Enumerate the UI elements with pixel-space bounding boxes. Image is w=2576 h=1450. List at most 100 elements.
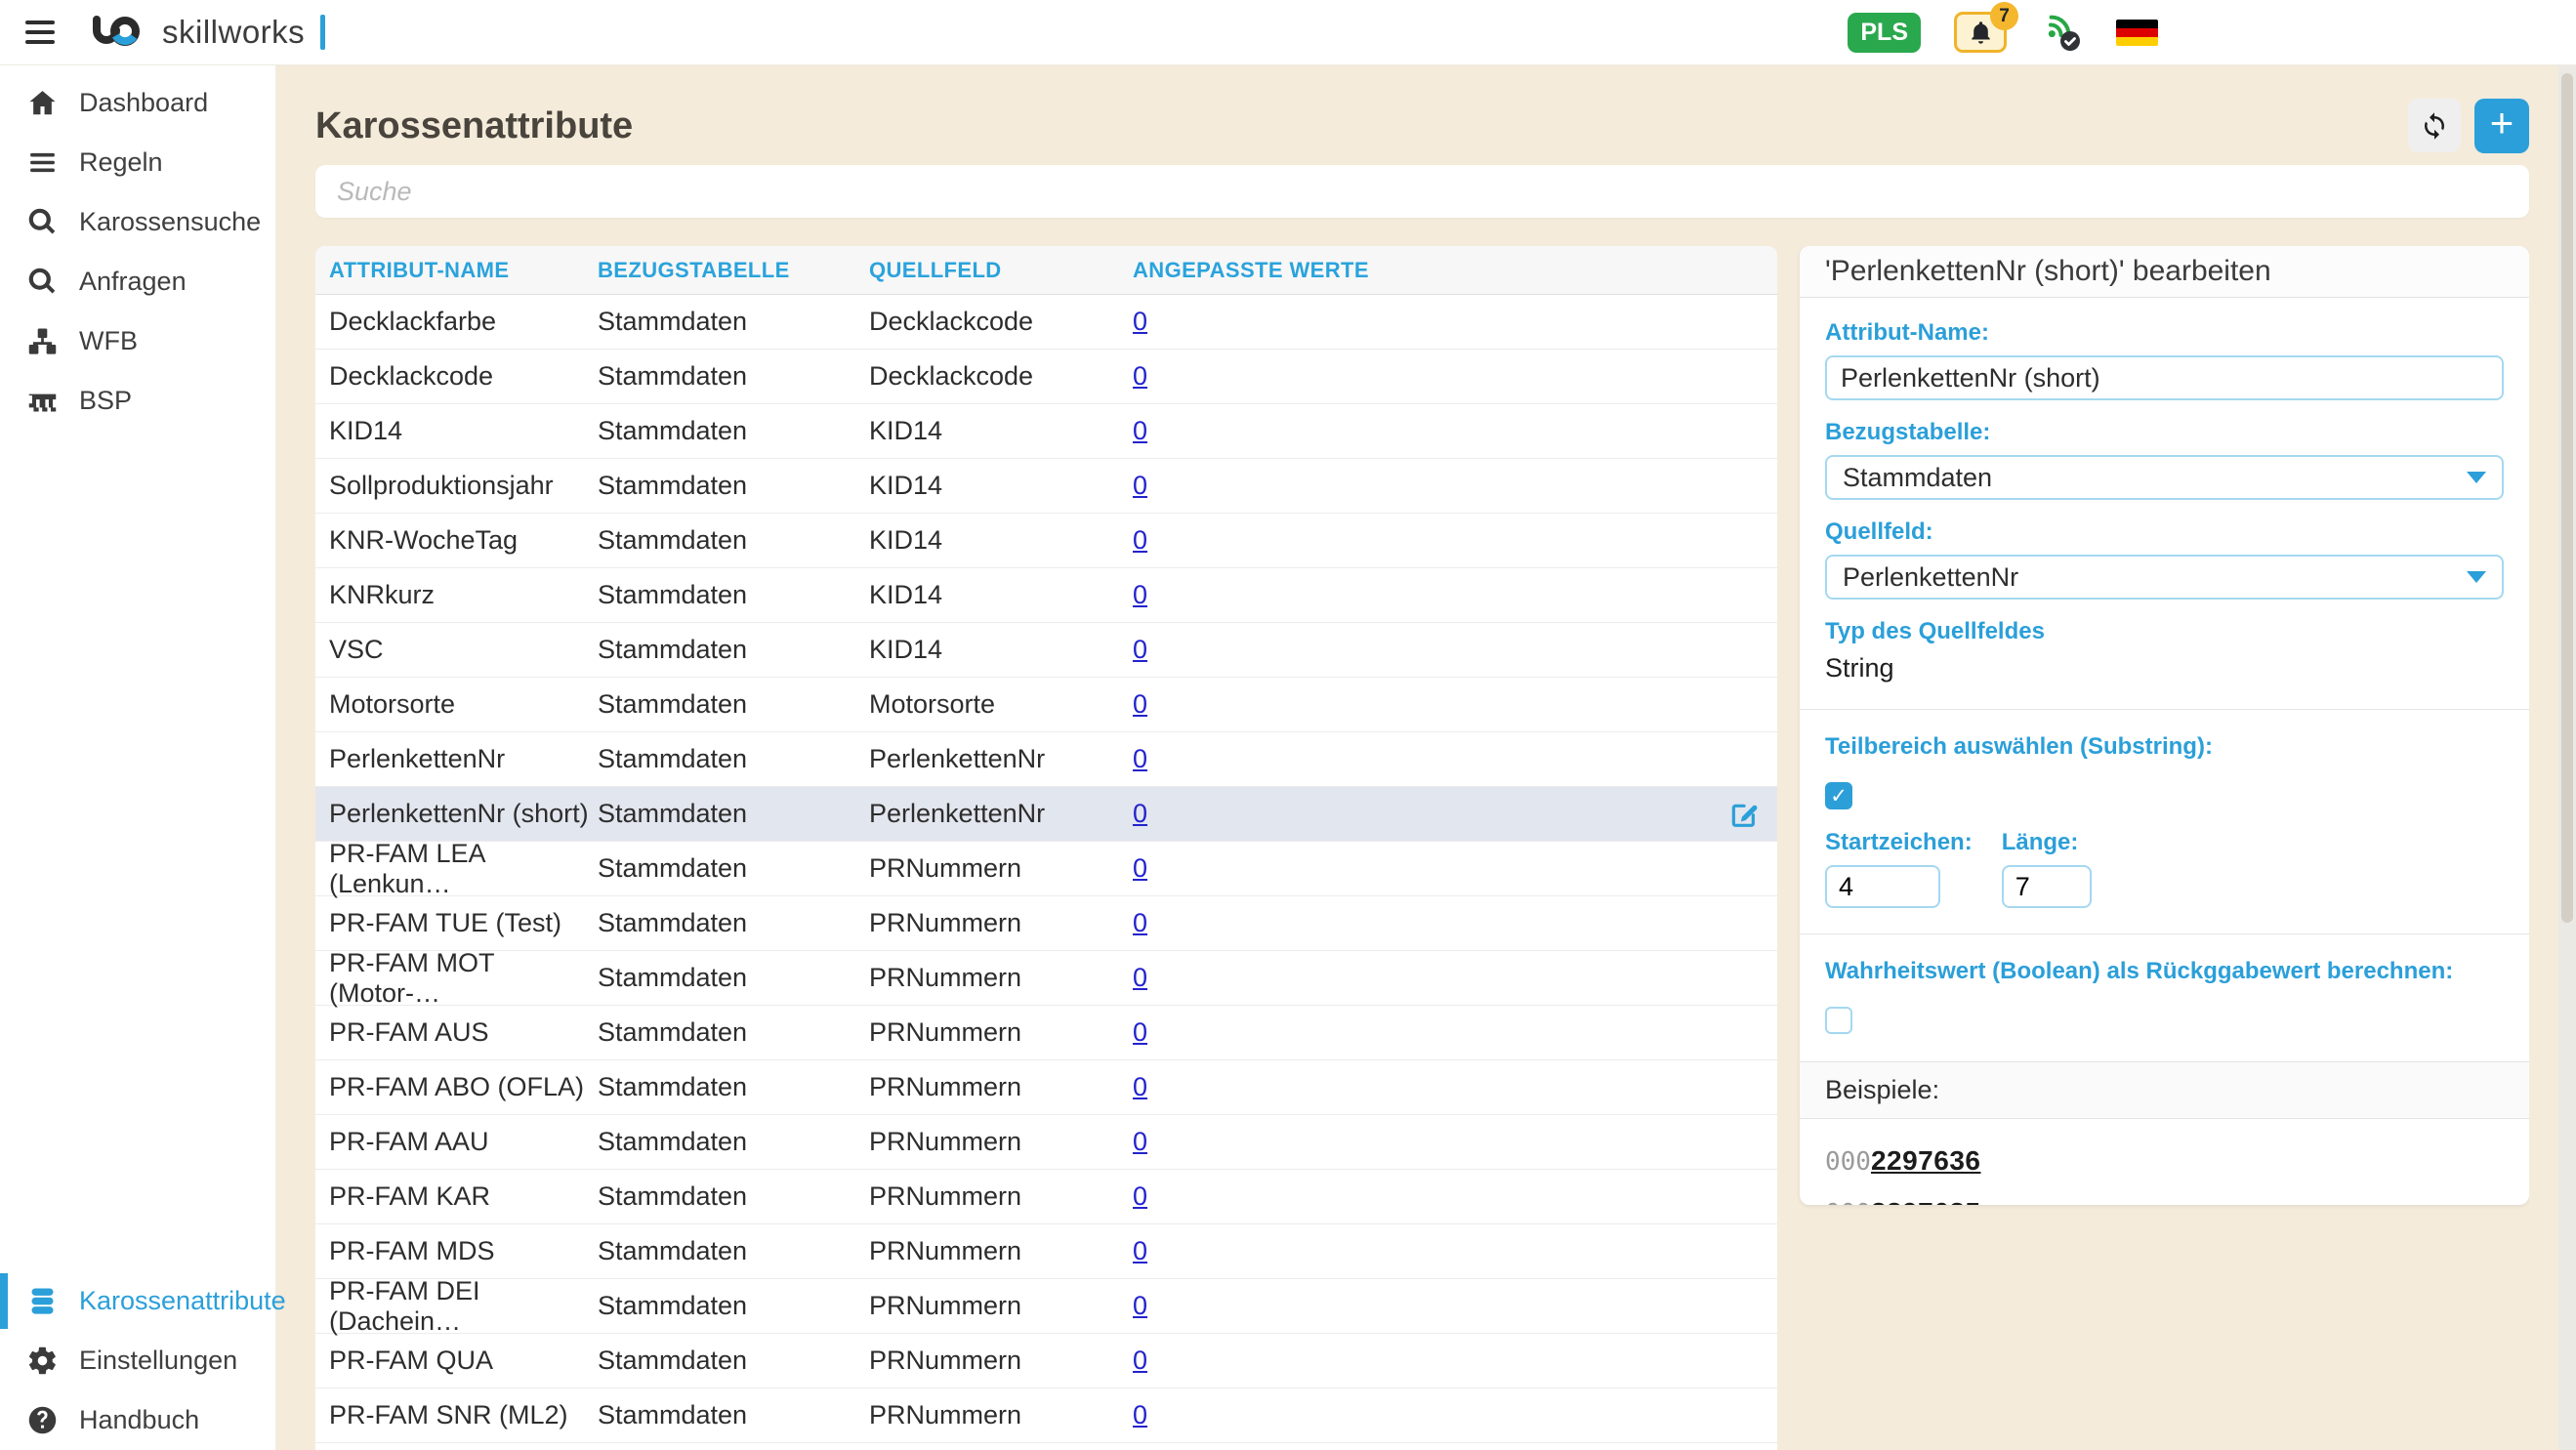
table-cell: Stammdaten xyxy=(598,1072,869,1102)
attribut-name-field[interactable] xyxy=(1825,355,2504,400)
angepasste-werte-link[interactable]: 0 xyxy=(1133,1346,1147,1375)
angepasste-werte-link[interactable]: 0 xyxy=(1133,853,1147,883)
angepasste-werte-link[interactable]: 0 xyxy=(1133,525,1147,555)
table-cell: Stammdaten xyxy=(598,471,869,501)
add-attribute-button[interactable]: + xyxy=(2474,99,2529,153)
page-scrollbar[interactable] xyxy=(2558,65,2576,1450)
angepasste-werte-link[interactable]: 0 xyxy=(1133,1400,1147,1429)
table-cell: KID14 xyxy=(315,416,598,446)
boolean-checkbox[interactable] xyxy=(1825,1007,1852,1034)
angepasste-werte-link[interactable]: 0 xyxy=(1133,1291,1147,1320)
laenge-label: Länge: xyxy=(2002,829,2092,856)
scrollbar-thumb[interactable] xyxy=(2561,73,2573,923)
table-row[interactable]: PR-FAM KARStammdatenPRNummern0 xyxy=(315,1170,1777,1224)
table-row[interactable]: KNR-WocheTagStammdatenKID140 xyxy=(315,514,1777,568)
table-row[interactable]: PerlenkettenNr (short)StammdatenPerlenke… xyxy=(315,787,1777,842)
table-cell: PRNummern xyxy=(869,1291,1133,1321)
angepasste-werte-link[interactable]: 0 xyxy=(1133,1017,1147,1047)
sidebar-item-dashboard[interactable]: Dashboard xyxy=(0,73,275,133)
example-value: 0002297636 xyxy=(1825,1145,2504,1177)
table-row[interactable]: DecklackcodeStammdatenDecklackcode0 xyxy=(315,350,1777,404)
table-cell: KNR-WocheTag xyxy=(315,525,598,556)
sidebar-item-label: BSP xyxy=(79,386,132,416)
connection-status-icon[interactable] xyxy=(2040,11,2083,54)
example-substring-link[interactable]: 2297636 xyxy=(1871,1145,1981,1176)
sidebar-item-handbuch[interactable]: Handbuch xyxy=(0,1390,275,1450)
table-row[interactable]: PR-FAM MDSStammdatenPRNummern0 xyxy=(315,1224,1777,1279)
table-row[interactable]: PR-FAM LEA (Lenkun…StammdatenPRNummern0 xyxy=(315,842,1777,896)
angepasste-werte-link[interactable]: 0 xyxy=(1133,1181,1147,1211)
angepasste-werte-link[interactable]: 0 xyxy=(1133,416,1147,445)
quellfeld-selected-value: PerlenkettenNr xyxy=(1843,562,2018,593)
angepasste-werte-link[interactable]: 0 xyxy=(1133,689,1147,719)
table-row[interactable]: DecklackfarbeStammdatenDecklackcode0 xyxy=(315,295,1777,350)
main-content: Karossenattribute + ATTRIBUT-NAME BEZUGS… xyxy=(276,65,2576,1450)
sidebar-item-einstellungen[interactable]: Einstellungen xyxy=(0,1331,275,1390)
substring-checkbox[interactable]: ✓ xyxy=(1825,782,1852,809)
search-input[interactable] xyxy=(315,165,2529,218)
angepasste-werte-link[interactable]: 0 xyxy=(1133,1236,1147,1265)
sidebar-item-bsp[interactable]: BSP xyxy=(0,371,275,431)
table-cell: Stammdaten xyxy=(598,307,869,337)
hamburger-menu-icon[interactable] xyxy=(25,15,59,50)
table-row[interactable]: PerlenkettenNrStammdatenPerlenkettenNr0 xyxy=(315,732,1777,787)
help-icon xyxy=(26,1404,59,1436)
table-row[interactable]: PR-FAM QUAStammdatenPRNummern0 xyxy=(315,1334,1777,1388)
table-cell: PRNummern xyxy=(869,1236,1133,1266)
table-row[interactable]: PR-FAM DEI (Dachein…StammdatenPRNummern0 xyxy=(315,1279,1777,1334)
table-row[interactable]: VSCStammdatenKID140 xyxy=(315,623,1777,678)
quellfeld-typ-label: Typ des Quellfeldes xyxy=(1825,618,2504,645)
sidebar-item-wfb[interactable]: WFB xyxy=(0,311,275,371)
column-header-attribut-name: ATTRIBUT-NAME xyxy=(315,258,598,283)
table-row[interactable]: KNRkurzStammdatenKID140 xyxy=(315,568,1777,623)
sidebar-item-anfragen[interactable]: Anfragen xyxy=(0,252,275,311)
angepasste-werte-link[interactable]: 0 xyxy=(1133,361,1147,391)
angepasste-werte-link[interactable]: 0 xyxy=(1133,963,1147,992)
table-row[interactable]: PR-FAM AUSStammdatenPRNummern0 xyxy=(315,1006,1777,1060)
gear-icon xyxy=(26,1345,59,1377)
table-row[interactable]: PR-FAM TUE (Test)StammdatenPRNummern0 xyxy=(315,896,1777,951)
angepasste-werte-link[interactable]: 0 xyxy=(1133,1127,1147,1156)
angepasste-werte-link[interactable]: 0 xyxy=(1133,580,1147,609)
table-cell: PRNummern xyxy=(869,1072,1133,1102)
language-flag-german[interactable] xyxy=(2116,20,2158,46)
table-header-row: ATTRIBUT-NAME BEZUGSTABELLE QUELLFELD AN… xyxy=(315,246,1777,295)
sidebar-item-label: Karossensuche xyxy=(79,207,261,237)
refresh-button[interactable] xyxy=(2408,99,2461,152)
table-cell: PR-FAM LEA (Lenkun… xyxy=(315,839,598,899)
example-substring-link[interactable]: 2297635 xyxy=(1871,1197,1981,1205)
quellfeld-label: Quellfeld: xyxy=(1825,518,2504,546)
sidebar-item-regeln[interactable]: Regeln xyxy=(0,133,275,192)
pls-badge[interactable]: PLS xyxy=(1848,13,1921,53)
table-cell: Stammdaten xyxy=(598,525,869,556)
angepasste-werte-link[interactable]: 0 xyxy=(1133,908,1147,937)
edit-icon[interactable] xyxy=(1728,799,1760,830)
table-cell: PRNummern xyxy=(869,963,1133,993)
angepasste-werte-link[interactable]: 0 xyxy=(1133,307,1147,336)
angepasste-werte-link[interactable]: 0 xyxy=(1133,1072,1147,1101)
table-row[interactable]: KID14StammdatenKID140 xyxy=(315,404,1777,459)
startzeichen-field[interactable] xyxy=(1825,865,1940,908)
angepasste-werte-link[interactable]: 0 xyxy=(1133,799,1147,828)
quellfeld-select[interactable]: PerlenkettenNr xyxy=(1825,555,2504,600)
table-cell: KID14 xyxy=(869,416,1133,446)
angepasste-werte-link[interactable]: 0 xyxy=(1133,471,1147,500)
table-cell: Stammdaten xyxy=(598,689,869,720)
bezugstabelle-select[interactable]: Stammdaten xyxy=(1825,455,2504,500)
table-row[interactable]: PR-FAM MOT (Motor-…StammdatenPRNummern0 xyxy=(315,951,1777,1006)
table-row[interactable]: MotorsorteStammdatenMotorsorte0 xyxy=(315,678,1777,732)
table-row[interactable]: SollproduktionsjahrStammdatenKID140 xyxy=(315,459,1777,514)
sidebar-item-karossensuche[interactable]: Karossensuche xyxy=(0,192,275,252)
table-cell: KID14 xyxy=(869,471,1133,501)
sidebar-item-karossenattribute[interactable]: Karossenattribute xyxy=(0,1271,275,1331)
angepasste-werte-link[interactable]: 0 xyxy=(1133,635,1147,664)
laenge-field[interactable] xyxy=(2002,865,2092,908)
table-cell: PR-FAM QUA xyxy=(315,1346,598,1376)
table-row[interactable]: PR-FAM ABO (OFLA)StammdatenPRNummern0 xyxy=(315,1060,1777,1115)
notifications-button[interactable]: 7 xyxy=(1954,12,2007,53)
table-cell: Stammdaten xyxy=(598,1017,869,1048)
table-row[interactable]: PR-FAM SNR (ML2)StammdatenPRNummern0 xyxy=(315,1388,1777,1443)
table-cell: PR-FAM MOT (Motor-… xyxy=(315,948,598,1009)
table-row[interactable]: PR-FAM AAUStammdatenPRNummern0 xyxy=(315,1115,1777,1170)
angepasste-werte-link[interactable]: 0 xyxy=(1133,744,1147,773)
